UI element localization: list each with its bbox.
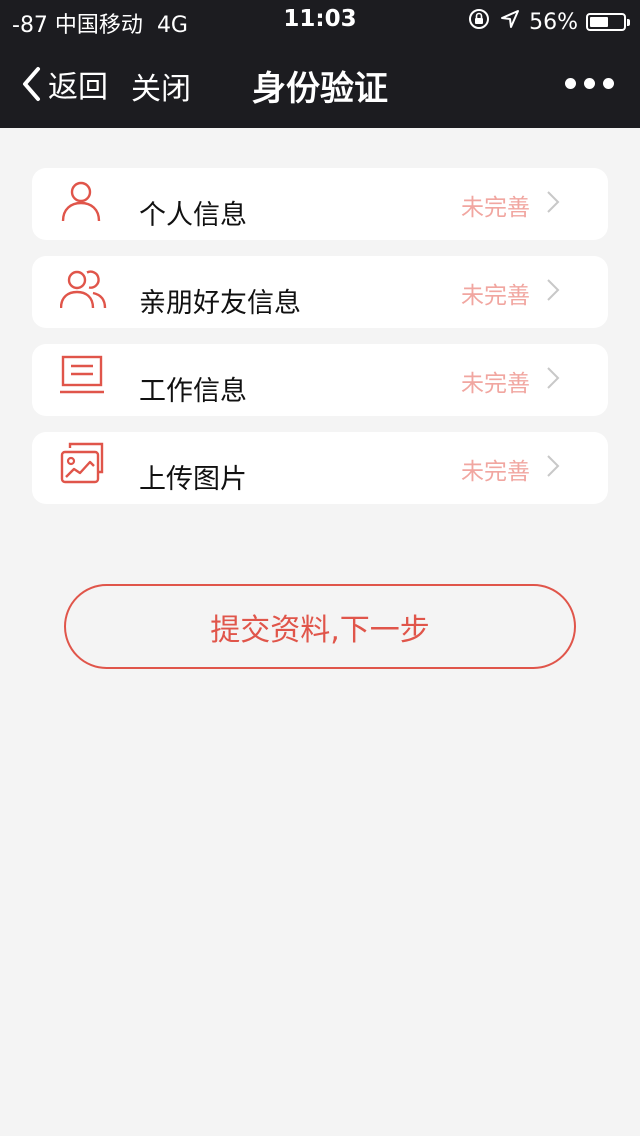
laptop-icon [60, 355, 104, 394]
chevron-right-icon [547, 455, 560, 477]
chevron-right-icon [547, 279, 560, 301]
item-status: 未完善 [461, 283, 530, 309]
item-label: 亲朋好友信息 [139, 288, 301, 319]
location-arrow-icon [499, 8, 521, 36]
list-item-contacts-info[interactable]: 亲朋好友信息 未完善 [32, 256, 608, 328]
more-dots-icon [565, 78, 614, 89]
item-status: 未完善 [461, 459, 530, 485]
chevron-right-icon [547, 191, 560, 213]
back-button[interactable]: 返回 [20, 62, 108, 106]
list-item-upload-images[interactable]: 上传图片 未完善 [32, 432, 608, 504]
battery-level [590, 17, 608, 27]
item-label: 个人信息 [139, 200, 247, 231]
status-bar: -87 中国移动 4G 11:03 56% [0, 0, 640, 40]
chevron-left-icon [23, 67, 40, 101]
list-item-personal-info[interactable]: 个人信息 未完善 [32, 168, 608, 240]
nav-bar: 返回 关闭 身份验证 [0, 40, 640, 128]
item-status: 未完善 [461, 371, 530, 397]
image-gallery-icon [60, 442, 104, 484]
more-menu-button[interactable] [565, 78, 614, 89]
status-icons: 56% [467, 7, 630, 37]
person-icon [61, 181, 101, 222]
page-title: 身份验证 [252, 69, 388, 109]
item-label: 上传图片 [139, 464, 247, 495]
item-status: 未完善 [461, 195, 530, 221]
close-button[interactable]: 关闭 [131, 64, 191, 108]
battery-icon [586, 13, 630, 31]
battery-percent: 56% [529, 9, 578, 35]
orientation-lock-icon [467, 7, 491, 37]
list-item-work-info[interactable]: 工作信息 未完善 [32, 344, 608, 416]
chevron-right-icon [547, 367, 560, 389]
submit-next-button[interactable]: 提交资料,下一步 [64, 584, 576, 669]
item-label: 工作信息 [139, 376, 247, 407]
contacts-icon [60, 270, 107, 309]
back-label: 返回 [48, 70, 108, 105]
